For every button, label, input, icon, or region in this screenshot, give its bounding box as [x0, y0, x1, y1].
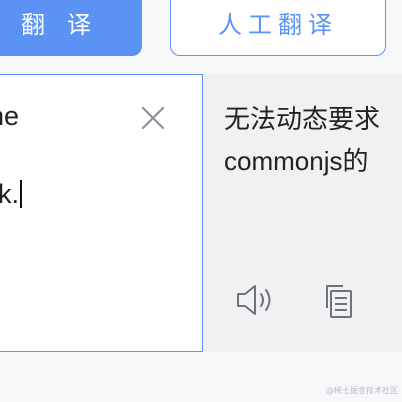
source-text[interactable]: he f rk.: [0, 97, 139, 214]
source-line: rk.: [0, 179, 19, 209]
human-translate-button-label: 人工翻译: [218, 10, 338, 39]
source-input-area[interactable]: he f rk.: [0, 74, 203, 352]
copy-icon[interactable]: [319, 282, 357, 320]
translation-line: commonjs的: [224, 146, 369, 176]
watermark: @稀土掘金技术社区: [326, 386, 398, 395]
translation-line: 无法动态要求: [224, 104, 381, 134]
text-caret: [20, 180, 22, 208]
translate-button[interactable]: 翻译: [0, 0, 142, 56]
translate-button-label: 翻译: [21, 10, 113, 39]
source-line: he: [0, 101, 20, 131]
close-icon[interactable]: [138, 103, 168, 133]
human-translate-button[interactable]: 人工翻译: [170, 0, 386, 56]
translation-text: 无法动态要求 commonjs的: [224, 98, 402, 182]
translation-output-area: 无法动态要求 commonjs的: [203, 74, 402, 352]
translator-page: 翻译 人工翻译 he f rk. 无法动态要求 commonjs的 @稀土掘金技…: [0, 0, 402, 402]
speaker-icon[interactable]: [235, 282, 277, 318]
